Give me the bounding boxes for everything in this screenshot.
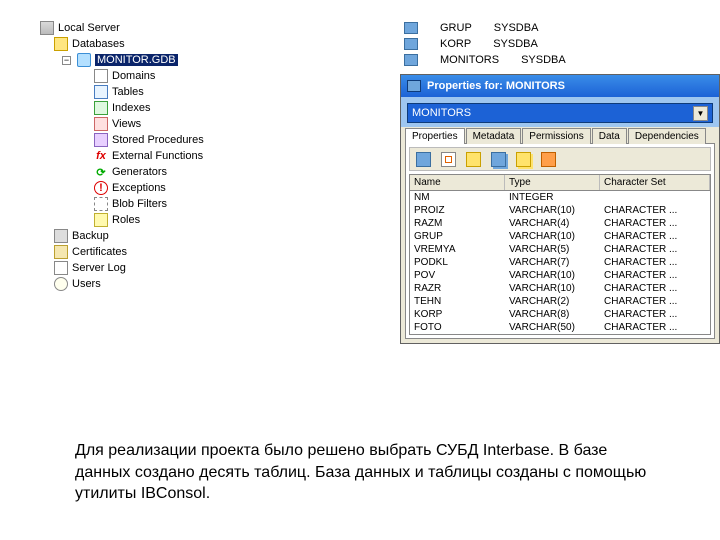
exceptions-icon: !: [94, 181, 108, 195]
list-item[interactable]: MONITORS SYSDBA: [404, 52, 720, 68]
tab-properties[interactable]: Properties: [405, 128, 465, 144]
table-row[interactable]: GRUPVARCHAR(10)CHARACTER ...: [410, 230, 710, 243]
tree-dbfile[interactable]: − MONITOR.GDB: [62, 52, 250, 68]
table-list: GRUP SYSDBA KORP SYSDBA MONITORS SYSDBA: [400, 20, 720, 68]
tree-item-indexes[interactable]: Indexes: [94, 100, 250, 116]
tree-item-tables[interactable]: Tables: [94, 84, 250, 100]
tree-item-extfunc[interactable]: fx External Functions: [94, 148, 250, 164]
table-row[interactable]: KORPVARCHAR(8)CHARACTER ...: [410, 308, 710, 321]
views-icon: [94, 117, 108, 131]
table-row[interactable]: POVVARCHAR(10)CHARACTER ...: [410, 269, 710, 282]
backup-icon: [54, 229, 68, 243]
table-icon: [404, 54, 418, 66]
columns-grid: Name Type Character Set NMINTEGERPROIZVA…: [409, 174, 711, 335]
toolbar-btn-2[interactable]: [441, 152, 456, 167]
tab-permissions[interactable]: Permissions: [522, 128, 590, 144]
tree-backup[interactable]: Backup: [54, 228, 250, 244]
list-item[interactable]: KORP SYSDBA: [404, 36, 720, 52]
table-icon: [404, 22, 418, 34]
roles-icon: [94, 213, 108, 227]
toolbar-btn-1[interactable]: [416, 152, 431, 167]
tabstrip: Properties Metadata Permissions Data Dep…: [401, 127, 719, 143]
list-item[interactable]: GRUP SYSDBA: [404, 20, 720, 36]
window-title: Properties for: MONITORS: [427, 80, 565, 92]
tab-metadata[interactable]: Metadata: [466, 128, 522, 144]
toolbar-btn-6[interactable]: [541, 152, 556, 167]
fx-icon: fx: [94, 149, 108, 163]
database-group-icon: [54, 37, 68, 51]
properties-window: Properties for: MONITORS MONITORS ▼ Prop…: [400, 74, 720, 344]
col-charset[interactable]: Character Set: [600, 175, 710, 190]
certificates-icon: [54, 245, 68, 259]
tree-item-sprocs[interactable]: Stored Procedures: [94, 132, 250, 148]
caption-text: Для реализации проекта было решено выбра…: [75, 440, 655, 505]
users-icon: [54, 277, 68, 291]
collapse-icon[interactable]: −: [62, 56, 71, 65]
tree-root[interactable]: Local Server: [40, 20, 250, 36]
dropdown-value: MONITORS: [412, 107, 471, 119]
table-row[interactable]: PROIZVARCHAR(10)CHARACTER ...: [410, 204, 710, 217]
tree-serverlog[interactable]: Server Log: [54, 260, 250, 276]
indexes-icon: [94, 101, 108, 115]
tab-data[interactable]: Data: [592, 128, 627, 144]
blob-icon: [94, 197, 108, 211]
tab-panel: Name Type Character Set NMINTEGERPROIZVA…: [405, 143, 715, 339]
tree-item-views[interactable]: Views: [94, 116, 250, 132]
database-icon: [77, 53, 91, 67]
toolbar-btn-3[interactable]: [466, 152, 481, 167]
table-row[interactable]: VREMYAVARCHAR(5)CHARACTER ...: [410, 243, 710, 256]
tree-item-roles[interactable]: Roles: [94, 212, 250, 228]
table-row[interactable]: FOTOVARCHAR(50)CHARACTER ...: [410, 321, 710, 334]
tree-users[interactable]: Users: [54, 276, 250, 292]
window-titlebar[interactable]: Properties for: MONITORS: [401, 75, 719, 97]
log-icon: [54, 261, 68, 275]
tree-databases-label: Databases: [72, 38, 125, 50]
grid-header: Name Type Character Set: [410, 175, 710, 191]
col-name[interactable]: Name: [410, 175, 505, 190]
tables-icon: [94, 85, 108, 99]
properties-toolbar: [409, 147, 711, 171]
tree-item-generators[interactable]: ⟳ Generators: [94, 164, 250, 180]
sprocs-icon: [94, 133, 108, 147]
table-row[interactable]: RAZMVARCHAR(4)CHARACTER ...: [410, 217, 710, 230]
tree-root-label: Local Server: [58, 22, 120, 34]
table-selector-dropdown[interactable]: MONITORS ▼: [407, 103, 713, 123]
tree-item-blobfilters[interactable]: Blob Filters: [94, 196, 250, 212]
window-icon: [407, 80, 421, 92]
domains-icon: [94, 69, 108, 83]
tree-databases[interactable]: Databases: [54, 36, 250, 52]
table-row[interactable]: TEHNVARCHAR(2)CHARACTER ...: [410, 295, 710, 308]
chevron-down-icon: ▼: [693, 106, 708, 121]
server-tree: Local Server Databases − MONITOR.GDB Dom…: [40, 20, 250, 410]
tree-item-domains[interactable]: Domains: [94, 68, 250, 84]
table-row[interactable]: RAZRVARCHAR(10)CHARACTER ...: [410, 282, 710, 295]
table-icon: [404, 38, 418, 50]
tree-item-exceptions[interactable]: ! Exceptions: [94, 180, 250, 196]
table-row[interactable]: PODKLVARCHAR(7)CHARACTER ...: [410, 256, 710, 269]
tree-dbfile-label: MONITOR.GDB: [95, 54, 178, 66]
server-icon: [40, 21, 54, 35]
generators-icon: ⟳: [94, 165, 108, 179]
toolbar-btn-4[interactable]: [491, 152, 506, 167]
table-row[interactable]: NMINTEGER: [410, 191, 710, 204]
col-type[interactable]: Type: [505, 175, 600, 190]
tree-certificates[interactable]: Certificates: [54, 244, 250, 260]
toolbar-btn-5[interactable]: [516, 152, 531, 167]
tab-dependencies[interactable]: Dependencies: [628, 128, 706, 144]
